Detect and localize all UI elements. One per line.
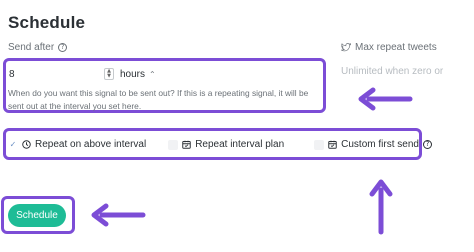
send-after-value-input[interactable]: 8: [8, 69, 104, 80]
twitter-bird-icon: [341, 43, 351, 52]
option-repeat-on-interval[interactable]: ✓ Repeat on above interval: [8, 139, 147, 150]
arrow-up-icon: [369, 179, 393, 235]
send-after-hint: When do you want this signal to be sent …: [8, 88, 309, 111]
question-circle-icon[interactable]: ?: [422, 140, 432, 149]
checkbox-custom-first-send[interactable]: [314, 139, 325, 150]
repeat-options-row: ✓ Repeat on above interval Repeat interv…: [8, 139, 432, 150]
calendar-icon: [328, 140, 337, 149]
checkbox-repeat-on-interval[interactable]: ✓: [8, 140, 18, 150]
schedule-button[interactable]: Schedule: [8, 204, 66, 227]
option-repeat-interval-plan[interactable]: Repeat interval plan: [168, 139, 284, 150]
max-repeat-input[interactable]: Unlimited when zero or: [341, 66, 443, 77]
arrow-left-icon: [358, 87, 413, 111]
option-label: Repeat interval plan: [195, 139, 285, 150]
option-custom-first-send[interactable]: Custom first send ?: [314, 139, 432, 150]
page-title: Schedule: [8, 13, 86, 32]
calendar-icon: [182, 140, 191, 149]
unit-select[interactable]: hours: [120, 69, 145, 80]
send-after-label: Send after: [8, 42, 55, 53]
max-repeat-label: Max repeat tweets: [355, 42, 437, 53]
caret-up-icon[interactable]: ⌃: [149, 70, 156, 79]
send-after-input-row: 8 ▲ ▼ hours ⌃: [8, 66, 319, 82]
question-circle-icon[interactable]: ?: [58, 43, 68, 52]
option-label: Custom first send: [341, 139, 419, 150]
option-label: Repeat on above interval: [35, 139, 147, 150]
max-repeat-label-row: Max repeat tweets: [341, 42, 437, 53]
clock-icon: [22, 140, 31, 149]
send-after-label-row: Send after ?: [8, 42, 68, 53]
number-stepper-icon[interactable]: ▲ ▼: [104, 68, 114, 80]
checkbox-repeat-interval-plan[interactable]: [168, 139, 179, 150]
arrow-left-icon: [91, 203, 146, 227]
